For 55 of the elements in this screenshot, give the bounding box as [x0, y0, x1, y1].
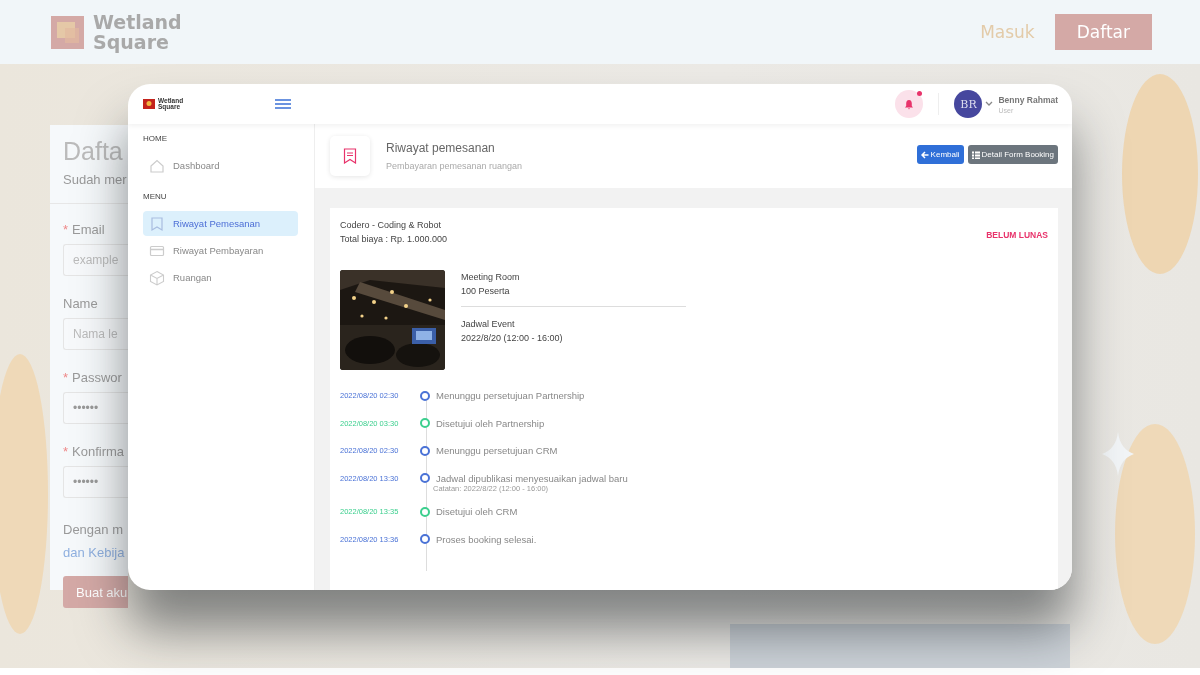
submit-button[interactable]: Buat aku: [63, 576, 128, 608]
page-title: Riwayat pemesanan: [386, 141, 496, 155]
field-label: Email: [72, 222, 105, 237]
room-type: Meeting Room: [461, 271, 521, 284]
terms-link[interactable]: dan Kebija: [63, 541, 125, 564]
input-field[interactable]: ••••••: [63, 392, 128, 424]
required-mark: *: [63, 222, 69, 237]
required-mark: *: [63, 444, 69, 459]
terms-text: Dengan m: [63, 521, 123, 539]
room-capacity: 100 Peserta: [461, 285, 511, 298]
section-heading: MENU: [143, 192, 168, 201]
event-text: Proses booking selesai.: [435, 533, 538, 545]
logo-text: Wetland Square: [93, 12, 183, 52]
field-label: Passwor: [72, 370, 122, 385]
section-heading: HOME: [143, 134, 168, 143]
sidebar-item[interactable]: Dashboard: [143, 153, 298, 178]
event-text: Menunggu persetujuan Partnership: [435, 390, 586, 402]
user-name: Benny Rahmat: [998, 94, 1058, 105]
page-subtitle: Pembayaran pemesanan ruangan: [386, 161, 524, 171]
form-subtitle: Sudah mer: [63, 172, 127, 187]
form-title: Dafta: [63, 137, 123, 166]
menu-icon: [275, 98, 291, 110]
event-text: Disetujui oleh Partnership: [435, 417, 546, 429]
booking-name: Codero - Coding & Robot: [340, 220, 443, 230]
header-button[interactable]: Kembali: [916, 145, 964, 164]
event-text: Jadwal dipublikasi menyesuaikan jadwal baru: [435, 472, 629, 484]
required-mark: *: [63, 370, 69, 385]
bookmark-icon: [149, 215, 165, 232]
sidebar-item[interactable]: Ruangan: [143, 265, 298, 290]
schedule-date: 2022/8/20 (12:00 - 16:00): [461, 332, 564, 345]
arrow-left-icon: [920, 150, 929, 159]
logo-icon: [143, 99, 155, 109]
input-field[interactable]: example: [63, 244, 128, 276]
input-field[interactable]: ••••••: [63, 466, 128, 498]
field-label: Name: [63, 296, 98, 311]
box-icon: [149, 269, 165, 286]
field-label: Konfirma: [72, 444, 125, 459]
receipt-icon: [343, 148, 357, 164]
sidebar-item[interactable]: Riwayat Pembayaran: [143, 238, 298, 263]
sparkle-icon: [1102, 432, 1134, 476]
booking-total: Total biaya : Rp. 1.000.000: [340, 234, 448, 244]
event-text: Menunggu persetujuan CRM: [435, 445, 559, 457]
menu-button[interactable]: [275, 98, 291, 110]
schedule-label: Jadwal Event: [461, 318, 516, 331]
payment-status: BELUM LUNAS: [986, 230, 1048, 242]
user-avatar: BR: [954, 90, 983, 118]
logo-icon: [51, 15, 84, 49]
header-button[interactable]: Detail Form Booking: [967, 145, 1058, 164]
notification-button[interactable]: [895, 90, 924, 118]
home-icon: [149, 157, 165, 174]
list-icon: [971, 150, 980, 159]
bell-icon: [904, 98, 915, 110]
register-button[interactable]: Daftar: [1054, 14, 1152, 50]
sidebar-item[interactable]: Riwayat Pemesanan: [143, 211, 298, 236]
event-text: Disetujui oleh CRM: [435, 506, 519, 518]
